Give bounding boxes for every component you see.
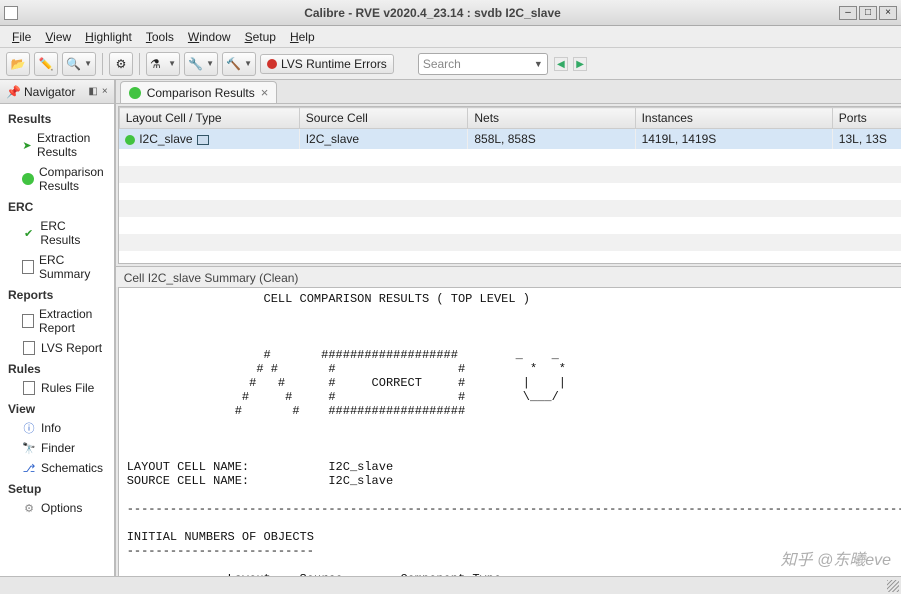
search-nav: ◀ ▶ <box>552 56 587 72</box>
app-icon <box>4 6 18 20</box>
navigator-header: 📌 Navigator ◧ × <box>0 80 114 104</box>
nav-info[interactable]: ⓘInfo <box>0 418 114 438</box>
report-body: CELL COMPARISON RESULTS ( TOP LEVEL ) # … <box>118 287 901 592</box>
resize-grip[interactable] <box>887 580 899 592</box>
highlight-button[interactable]: ✏️ <box>34 52 58 76</box>
col-nets[interactable]: Nets <box>468 108 635 129</box>
menu-highlight[interactable]: Highlight <box>79 28 138 46</box>
doc-icon <box>22 341 36 355</box>
close-button[interactable]: × <box>879 6 897 20</box>
report-text: CELL COMPARISON RESULTS ( TOP LEVEL ) # … <box>127 292 901 592</box>
search-prev-button[interactable]: ◀ <box>554 57 568 71</box>
search-placeholder: Search <box>423 57 461 71</box>
menu-view[interactable]: View <box>39 28 77 46</box>
col-instances[interactable]: Instances <box>635 108 832 129</box>
nav-group-setup: Setup <box>0 478 114 498</box>
lvs-runtime-errors-button[interactable]: LVS Runtime Errors <box>260 54 394 74</box>
col-ports[interactable]: Ports <box>832 108 901 129</box>
cell-instances: 1419L, 1419S <box>635 129 832 150</box>
check-icon: ✔ <box>22 226 35 240</box>
tool-c-button[interactable]: 🔨▼ <box>222 52 256 76</box>
separator <box>139 53 140 75</box>
search-input[interactable]: Search ▼ <box>418 53 548 75</box>
tab-comparison-results[interactable]: Comparison Results × <box>120 81 278 103</box>
nav-extraction-results[interactable]: ➤Extraction Results <box>0 128 114 162</box>
nav-rules-file[interactable]: Rules File <box>0 378 114 398</box>
lvs-errors-label: LVS Runtime Errors <box>281 57 387 71</box>
window-title: Calibre - RVE v2020.4_23.14 : svdb I2C_s… <box>26 6 839 20</box>
nav-group-reports: Reports <box>0 284 114 304</box>
nav-options[interactable]: ⚙Options <box>0 498 114 518</box>
menu-window[interactable]: Window <box>182 28 237 46</box>
nav-erc-summary[interactable]: ERC Summary <box>0 250 114 284</box>
report-header: Cell I2C_slave Summary (Clean) <box>116 266 901 287</box>
smile-icon <box>22 172 34 186</box>
nav-group-erc: ERC <box>0 196 114 216</box>
separator <box>102 53 103 75</box>
tool-b-button[interactable]: 🔧▼ <box>184 52 218 76</box>
menu-help[interactable]: Help <box>284 28 321 46</box>
doc-icon <box>22 260 34 274</box>
menu-file[interactable]: File <box>6 28 37 46</box>
minimize-button[interactable]: – <box>839 6 857 20</box>
cell-ports: 13L, 13S <box>832 129 901 150</box>
nav-comparison-results[interactable]: Comparison Results <box>0 162 114 196</box>
tab-close-icon[interactable]: × <box>261 85 269 100</box>
window-controls: – □ × <box>839 6 897 20</box>
binoculars-icon: 🔭 <box>22 441 36 455</box>
col-source[interactable]: Source Cell <box>299 108 468 129</box>
nav-extraction-report[interactable]: Extraction Report <box>0 304 114 338</box>
tool-a-button[interactable]: ⚗▼ <box>146 52 180 76</box>
status-ok-icon <box>125 135 135 145</box>
results-grid: Layout Cell / Type Source Cell Nets Inst… <box>119 107 901 149</box>
tabbar: Comparison Results × <box>116 80 901 104</box>
open-button[interactable]: 📂 <box>6 52 30 76</box>
statusbar <box>0 576 901 594</box>
navigator-tree: Results ➤Extraction Results Comparison R… <box>0 104 114 594</box>
undock-icon[interactable]: ◧ <box>88 86 97 97</box>
chevron-down-icon: ▼ <box>534 59 543 69</box>
error-icon <box>267 59 277 69</box>
menubar: File View Highlight Tools Window Setup H… <box>0 26 901 48</box>
table-row[interactable]: I2C_slave I2C_slave 858L, 858S 1419L, 14… <box>119 129 901 150</box>
search-next-button[interactable]: ▶ <box>573 57 587 71</box>
nav-lvs-report[interactable]: LVS Report <box>0 338 114 358</box>
navigator-panel: 📌 Navigator ◧ × Results ➤Extraction Resu… <box>0 80 116 594</box>
cell-layout: I2C_slave <box>119 129 299 150</box>
doc-icon <box>22 314 34 328</box>
map-icon <box>197 135 209 145</box>
doc-icon <box>22 381 36 395</box>
menu-tools[interactable]: Tools <box>140 28 180 46</box>
toolbar: 📂 ✏️ 🔍▼ ⚙ ⚗▼ 🔧▼ 🔨▼ LVS Runtime Errors Se… <box>0 48 901 80</box>
pin-icon: 📌 <box>6 85 20 99</box>
menu-setup[interactable]: Setup <box>239 28 282 46</box>
nav-group-view: View <box>0 398 114 418</box>
gear-icon: ⚙ <box>22 501 36 515</box>
navigator-title: Navigator <box>24 85 75 99</box>
nav-schematics[interactable]: ⎇Schematics <box>0 458 114 478</box>
info-icon: ⓘ <box>22 421 36 435</box>
nav-finder[interactable]: 🔭Finder <box>0 438 114 458</box>
schematic-icon: ⎇ <box>22 461 36 475</box>
panel-close-icon[interactable]: × <box>102 86 108 97</box>
main-area: 📌 Navigator ◧ × Results ➤Extraction Resu… <box>0 80 901 594</box>
cell-nets: 858L, 858S <box>468 129 635 150</box>
search-tool-button[interactable]: 🔍▼ <box>62 52 96 76</box>
col-layout[interactable]: Layout Cell / Type <box>119 108 299 129</box>
content-area: Comparison Results × Layout Cell / Type … <box>116 80 901 594</box>
tab-label: Comparison Results <box>147 86 255 100</box>
smile-icon <box>129 87 141 99</box>
results-table: Layout Cell / Type Source Cell Nets Inst… <box>118 106 901 264</box>
maximize-button[interactable]: □ <box>859 6 877 20</box>
nav-erc-results[interactable]: ✔ERC Results <box>0 216 114 250</box>
settings-button[interactable]: ⚙ <box>109 52 133 76</box>
nav-group-results: Results <box>0 108 114 128</box>
cell-source: I2C_slave <box>299 129 468 150</box>
nav-group-rules: Rules <box>0 358 114 378</box>
empty-rows <box>119 149 901 251</box>
chevron-icon: ➤ <box>22 138 32 152</box>
titlebar: Calibre - RVE v2020.4_23.14 : svdb I2C_s… <box>0 0 901 26</box>
